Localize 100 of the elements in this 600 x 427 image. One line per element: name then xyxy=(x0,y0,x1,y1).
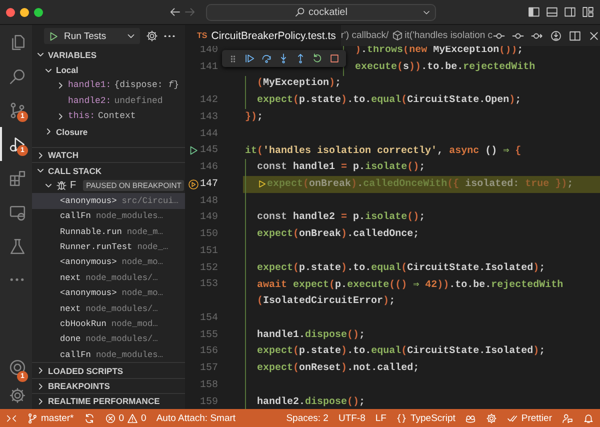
chevron-down-icon[interactable] xyxy=(36,166,45,176)
command-center-search[interactable]: cockatiel xyxy=(206,4,436,20)
line-number: 158 xyxy=(200,380,218,391)
frame-name: <anonymous> xyxy=(60,288,117,298)
line-number: 142 xyxy=(200,95,218,106)
flask-icon xyxy=(8,238,26,254)
chevron-right-icon[interactable] xyxy=(36,150,45,160)
sidebar-toggle-icon[interactable] xyxy=(528,6,540,18)
section-header[interactable]: LOADED SCRIPTS xyxy=(32,362,185,378)
call-stack-frame[interactable]: callFn node_modules… xyxy=(32,347,185,362)
chevron-right-icon[interactable] xyxy=(44,127,53,136)
scope-item[interactable]: Local xyxy=(32,62,185,78)
braces-icon xyxy=(396,412,408,424)
chevron-right-icon[interactable] xyxy=(36,396,45,406)
secondary-sidebar-toggle-icon[interactable] xyxy=(564,6,576,18)
code-line: expect(p.state).to.equal(CircuitState.Isolated); xyxy=(257,262,546,274)
status-item[interactable]: master* xyxy=(27,412,74,424)
frame-source: node_modules/… xyxy=(86,334,158,344)
problems-status[interactable]: 0 0 xyxy=(104,412,146,424)
extensions-icon xyxy=(8,170,26,186)
frame-source: src/Circui… xyxy=(122,196,178,206)
frame-name: Runnable.run xyxy=(60,226,122,237)
remote-explorer-icon xyxy=(8,204,26,220)
breadcrumb[interactable]: it('handles isolation c xyxy=(392,30,493,41)
run-test-icon[interactable] xyxy=(188,145,199,156)
bug-icon xyxy=(56,180,67,191)
frame-source: node_mo… xyxy=(122,257,163,268)
frame-source: node_m… xyxy=(126,226,163,237)
section-header[interactable]: CALL STACK xyxy=(32,162,185,178)
call-stack-frame[interactable]: Runner.runTest node_… xyxy=(32,239,185,255)
source-control-icon xyxy=(8,102,26,118)
call-stack-frame[interactable]: cbHookRun node_mod… xyxy=(32,316,185,332)
thread-name: F xyxy=(70,180,76,191)
bell-icon[interactable] xyxy=(583,412,594,424)
frame-source: node_modules… xyxy=(96,350,163,360)
editor-tab[interactable]: TS CircuitBreakerPolicy.test.ts xyxy=(185,25,341,46)
warning-icon xyxy=(127,412,138,424)
gear-icon[interactable] xyxy=(146,30,158,42)
code-line: const handle2 = p.isolate(); xyxy=(257,212,426,224)
status-item[interactable]: TypeScript xyxy=(396,412,456,424)
close-window-button[interactable] xyxy=(6,8,15,16)
chevron-down-icon[interactable] xyxy=(36,50,45,60)
play-icon xyxy=(48,30,59,42)
error-icon xyxy=(104,412,116,424)
split-editor-icon[interactable] xyxy=(568,30,581,42)
call-stack-frame[interactable]: done node_modules/… xyxy=(32,332,185,348)
status-item[interactable]: LF xyxy=(375,412,386,424)
back-arrow-icon[interactable] xyxy=(169,6,181,18)
scope-item[interactable]: Closure xyxy=(32,124,185,140)
chevron-right-icon[interactable] xyxy=(56,80,65,90)
drag-handle-icon[interactable] xyxy=(228,54,238,64)
section-header[interactable]: BREAKPOINTS xyxy=(32,378,185,394)
frame-name: callFn xyxy=(60,350,91,360)
call-stack-frame[interactable]: Runnable.run node_m… xyxy=(32,224,185,240)
call-stack-frame[interactable]: callFn node_modules… xyxy=(32,208,185,224)
code-line: await expect(p.execute(() ⇒ 42)).to.be.rejectedWith xyxy=(257,278,564,291)
run-debug-icon xyxy=(8,136,26,152)
status-item[interactable]: Spaces: 2 xyxy=(286,412,328,424)
minimize-window-button[interactable] xyxy=(20,8,29,16)
status-item[interactable]: UTF-8 xyxy=(338,412,366,424)
chevron-right-icon[interactable] xyxy=(56,112,65,121)
line-number: 149 xyxy=(200,212,218,224)
call-stack-frame[interactable]: <anonymous> node_mo… xyxy=(32,286,185,301)
continue-icon[interactable] xyxy=(244,53,255,64)
frame-source: node_… xyxy=(137,242,168,252)
step-into-icon[interactable] xyxy=(278,53,289,64)
line-number: 150 xyxy=(200,229,218,240)
call-stack-frame[interactable]: next node_modules/… xyxy=(32,300,185,316)
step-out-icon[interactable] xyxy=(295,53,306,64)
breadcrumb[interactable]: r') callback/ xyxy=(340,30,389,41)
window-title: cockatiel xyxy=(308,6,348,18)
frame-source: node_mo… xyxy=(122,288,163,298)
call-stack-frame[interactable]: next node_modules/… xyxy=(32,270,185,286)
restart-icon[interactable] xyxy=(312,53,323,64)
close-icon[interactable] xyxy=(588,30,600,42)
status-item[interactable]: Prettier xyxy=(507,412,552,424)
variable-name: this: xyxy=(68,111,96,122)
panel-toggle-icon[interactable] xyxy=(546,6,558,18)
section-header[interactable]: WATCH xyxy=(32,147,185,162)
chevron-right-icon[interactable] xyxy=(36,366,45,376)
more-icon[interactable] xyxy=(164,34,175,38)
goggles-icon[interactable] xyxy=(465,412,476,424)
call-stack-frame[interactable]: <anonymous> src/Circui… xyxy=(32,193,185,209)
branch-icon xyxy=(27,412,38,424)
line-number: 144 xyxy=(200,128,218,140)
code-line: (IsolatedCircuitError); xyxy=(257,296,396,308)
step-over-icon[interactable] xyxy=(261,53,272,64)
stop-icon[interactable] xyxy=(329,53,340,64)
call-stack-frame[interactable]: <anonymous> node_mo… xyxy=(32,254,185,270)
launch-config-dropdown[interactable]: Run Tests xyxy=(44,28,140,44)
chevron-right-icon[interactable] xyxy=(36,382,45,391)
maximize-window-button[interactable] xyxy=(34,8,43,16)
code-line: const handle1 = p.isolate(); xyxy=(257,162,426,174)
section-header[interactable]: VARIABLES xyxy=(32,47,185,62)
frame-source: node_mod… xyxy=(111,318,158,329)
layout-icon[interactable] xyxy=(582,6,594,18)
person-feedback-icon[interactable] xyxy=(562,412,573,424)
remote-icon[interactable] xyxy=(6,412,17,424)
status-item[interactable]: Auto Attach: Smart xyxy=(156,412,236,424)
sync-icon[interactable] xyxy=(84,412,95,424)
